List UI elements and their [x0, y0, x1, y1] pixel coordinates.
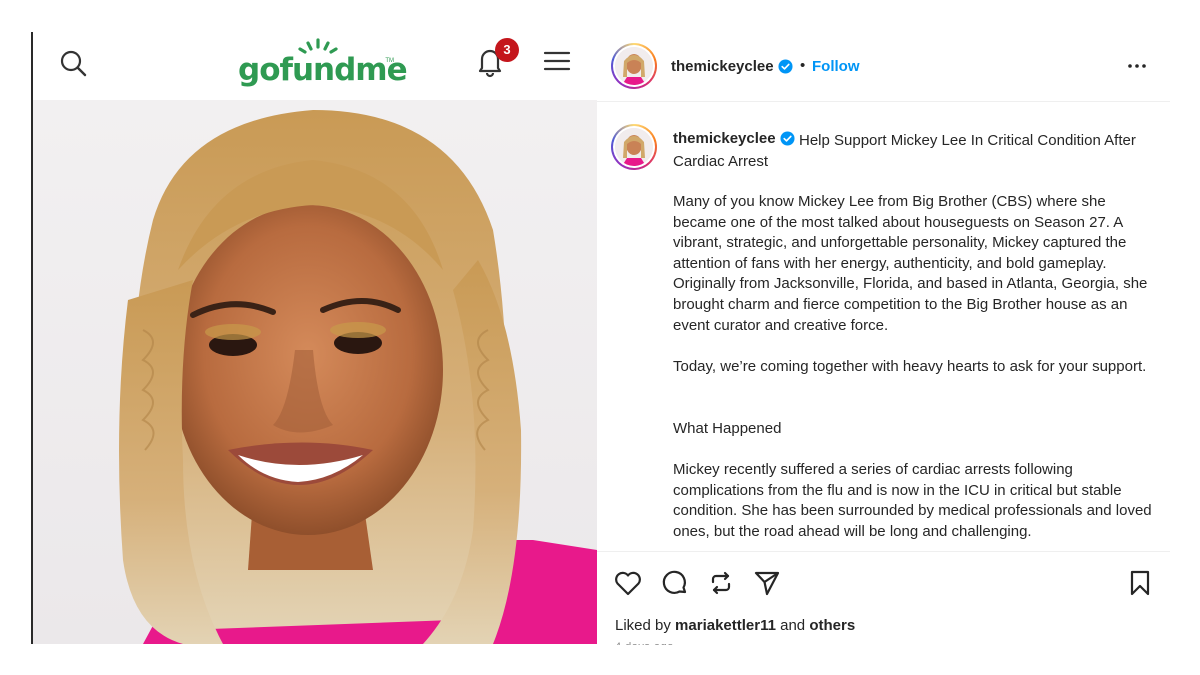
likes-others-link[interactable]: others: [809, 617, 855, 634]
post-author-username[interactable]: themickeyclee: [671, 58, 774, 75]
more-options-icon[interactable]: [1125, 54, 1149, 78]
post-timestamp[interactable]: 4 days ago: [615, 641, 674, 645]
gofundme-header: gofundme TM 3: [33, 32, 597, 100]
post-header: themickeyclee • Follow: [597, 32, 1170, 102]
caption-paragraph: Today, we’re coming together with heavy …: [673, 358, 1147, 375]
gofundme-panel: gofundme TM 3: [33, 32, 597, 644]
comment-icon[interactable]: [660, 568, 690, 598]
liked-by-user[interactable]: mariakettler11: [675, 617, 776, 634]
notification-badge: 3: [495, 38, 519, 62]
likes-summary: Liked by mariakettler11 and others: [615, 617, 855, 634]
caption-paragraph: Many of you know Mickey Lee from Big Bro…: [673, 193, 1148, 334]
verified-badge-icon: [778, 59, 793, 74]
bookmark-icon[interactable]: [1125, 568, 1155, 598]
caption-username[interactable]: themickeyclee: [673, 130, 776, 147]
heart-icon[interactable]: [613, 568, 643, 598]
share-icon[interactable]: [752, 568, 782, 598]
search-icon[interactable]: [57, 47, 89, 79]
avatar[interactable]: [611, 43, 657, 89]
logo-wordmark: gofundme: [238, 52, 408, 88]
campaign-photo: [33, 100, 597, 644]
logo-trademark: TM: [385, 58, 394, 64]
post-actions-bar: Liked by mariakettler11 and others 4 day…: [597, 551, 1170, 645]
hamburger-menu-icon[interactable]: [542, 46, 572, 76]
gofundme-logo[interactable]: gofundme TM: [238, 38, 408, 94]
header-separator: •: [800, 57, 806, 74]
post-caption: Help Support Mickey Lee In Critical Cond…: [597, 103, 1170, 550]
caption-paragraph: Mickey recently suffered a series of car…: [673, 461, 1152, 540]
verified-badge-icon: [780, 131, 795, 146]
caption-avatar[interactable]: [611, 124, 657, 170]
caption-paragraph: What Happened: [673, 420, 782, 437]
repost-icon[interactable]: [706, 568, 736, 598]
instagram-post-panel: themickeyclee • Follow Help Support Mick…: [597, 32, 1170, 645]
likes-prefix: Liked by: [615, 617, 671, 634]
likes-joiner: and: [780, 617, 806, 634]
follow-button[interactable]: Follow: [812, 58, 860, 75]
